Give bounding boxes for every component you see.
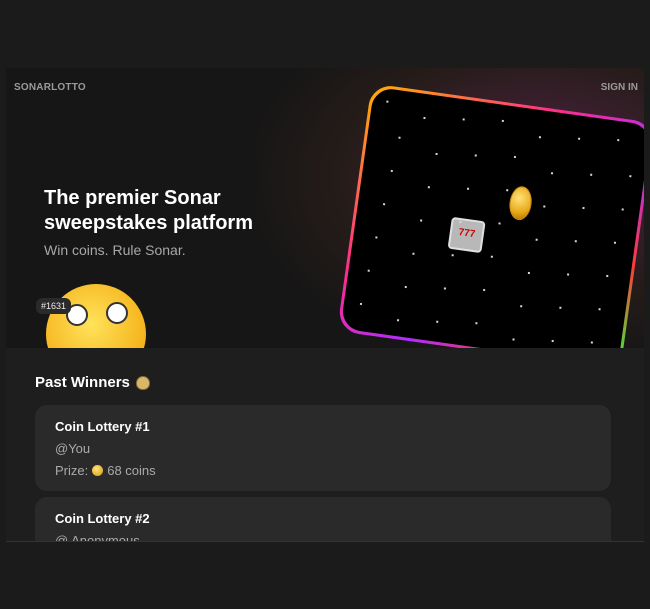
eye-icon <box>106 302 128 324</box>
app-frame: The premier Sonar sweepstakes platform W… <box>6 68 644 542</box>
hero-subline: Win coins. Rule Sonar. <box>44 242 186 258</box>
star-dot <box>512 338 515 341</box>
star-dot <box>550 172 554 175</box>
star-dot <box>466 187 470 190</box>
winner-card[interactable]: Coin Lottery #1 @You Prize: 68 coins <box>35 405 611 491</box>
star-dot <box>498 222 501 225</box>
star-dot <box>566 273 570 276</box>
star-dot <box>375 236 378 239</box>
star-dot <box>382 203 386 206</box>
star-dot <box>559 306 562 309</box>
star-dot <box>490 255 493 258</box>
star-dot <box>520 305 523 308</box>
star-dot <box>482 288 486 292</box>
star-dot <box>390 169 393 173</box>
star-dot <box>543 205 546 208</box>
star-dot <box>475 322 478 325</box>
hero: The premier Sonar sweepstakes platform W… <box>6 68 644 384</box>
star-dot <box>551 339 554 343</box>
coin-icon <box>507 184 534 222</box>
star-dot <box>538 136 542 139</box>
star-dot <box>574 240 577 243</box>
game-card-border: 777 <box>336 83 644 371</box>
star-dot <box>590 341 593 344</box>
star-dot <box>613 241 617 244</box>
past-winners-title: Past Winners <box>35 374 130 391</box>
game-card-canvas: 777 <box>340 86 644 368</box>
star-dot <box>462 118 465 121</box>
star-dot <box>367 269 370 272</box>
star-dot <box>621 208 624 211</box>
slot-machine-icon: 777 <box>447 216 486 254</box>
star-dot <box>427 186 431 189</box>
star-dot <box>359 302 363 306</box>
hero-headline: The premier Sonar sweepstakes platform <box>44 187 253 234</box>
game-card[interactable]: 777 <box>336 83 644 371</box>
star-dot <box>423 116 426 120</box>
star-dot <box>577 137 581 140</box>
star-dot <box>436 320 439 323</box>
winner-user: @ Anonymous <box>55 533 140 542</box>
star-dot <box>582 206 585 210</box>
star-dot <box>629 175 632 178</box>
star-dot <box>459 220 462 224</box>
star-dot <box>606 274 609 278</box>
star-dot <box>451 254 454 257</box>
star-dot <box>412 252 415 255</box>
money-bag-icon <box>135 376 150 391</box>
winner-title: Coin Lottery #2 <box>55 511 150 526</box>
winners-list: Coin Lottery #1 @You Prize: 68 coins Coin… <box>35 405 611 542</box>
star-dot <box>443 287 447 290</box>
winner-title: Coin Lottery #1 <box>55 419 150 434</box>
past-winners-heading: Past Winners <box>35 374 150 391</box>
star-dot <box>404 285 407 289</box>
star-dot <box>506 189 509 192</box>
winner-user: @You <box>55 441 91 456</box>
top-bar: SONARLOTTO SIGN IN <box>6 68 644 108</box>
star-dot <box>598 308 601 311</box>
star-dot <box>474 154 477 157</box>
nft-badge: #1631 <box>36 298 72 314</box>
winner-prize: Prize: 68 coins <box>55 463 156 478</box>
star-dot <box>617 139 620 142</box>
brand-logo[interactable]: SONARLOTTO <box>14 82 86 93</box>
coin-icon <box>92 465 104 476</box>
star-dot <box>501 119 504 123</box>
sign-in-button[interactable]: SIGN IN <box>601 82 638 93</box>
star-dot <box>398 136 401 139</box>
star-dot <box>396 319 400 322</box>
star-dot <box>535 238 538 241</box>
star-dot <box>420 219 423 222</box>
star-dot <box>435 152 438 156</box>
prize-label: Prize: <box>55 463 89 478</box>
prize-amount: 68 coins <box>107 463 156 478</box>
star-dot <box>527 271 531 275</box>
star-dot <box>513 155 517 159</box>
winner-card[interactable]: Coin Lottery #2 @ Anonymous <box>35 497 611 542</box>
star-dot <box>590 173 593 176</box>
